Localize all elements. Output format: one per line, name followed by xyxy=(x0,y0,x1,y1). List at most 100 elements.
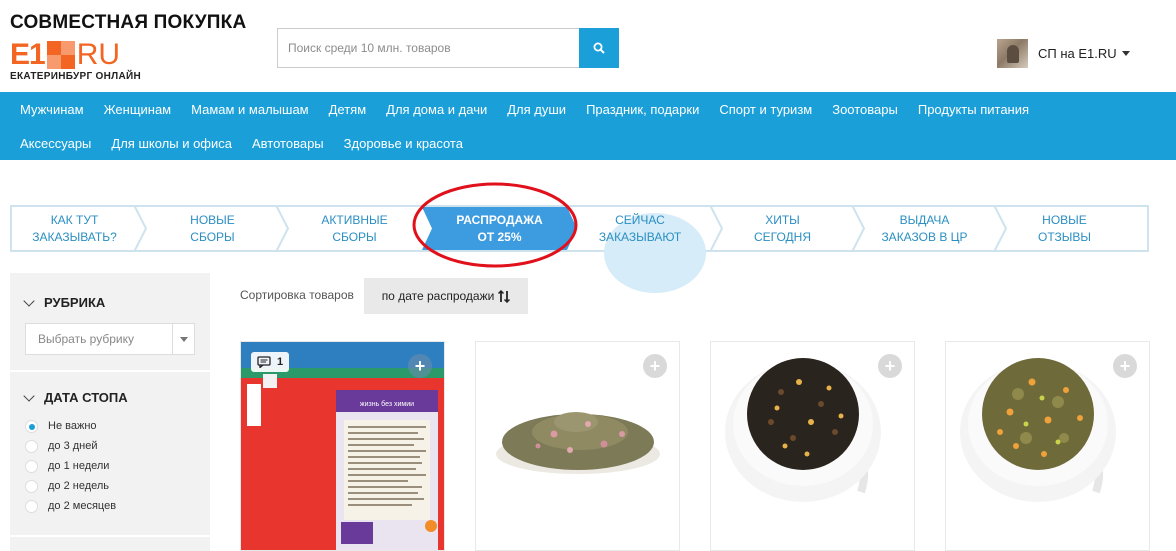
radio-option[interactable]: до 1 недели xyxy=(25,456,195,476)
product-card[interactable]: + xyxy=(475,341,680,551)
caret-down-icon xyxy=(1121,50,1130,56)
step-active-collections[interactable]: АКТИВНЫЕ СБОРЫ xyxy=(292,207,417,250)
category-link[interactable]: Женщинам xyxy=(94,102,182,117)
logo-square-icon xyxy=(46,41,75,69)
category-link[interactable]: Здоровье и красота xyxy=(334,136,473,151)
header: СОВМЕСТНАЯ ПОКУПКА E1 RU ЕКАТЕРИНБУРГ ОН… xyxy=(0,0,1176,92)
step-line: НОВЫЕ xyxy=(190,212,235,227)
category-link[interactable]: Праздник, подарки xyxy=(576,102,709,117)
step-line: ЗАКАЗОВ В ЦР xyxy=(881,229,968,244)
divider xyxy=(10,535,210,537)
rubric-select-value: Выбрать рубрику xyxy=(38,332,134,346)
rubric-select[interactable]: Выбрать рубрику xyxy=(25,323,195,355)
step-line: ОТЗЫВЫ xyxy=(1037,229,1092,244)
step-pickup[interactable]: ВЫДАЧА ЗАКАЗОВ В ЦР xyxy=(862,207,987,250)
stop-date-section: ДАТА СТОПА Не важно до 3 дней до 1 недел… xyxy=(10,372,210,516)
sort-label: Сортировка товаров xyxy=(240,288,354,302)
radio[interactable] xyxy=(25,499,38,513)
radio-option[interactable]: до 2 недель xyxy=(25,476,195,496)
category-link[interactable]: Для школы и офиса xyxy=(101,136,242,151)
brand-title: СОВМЕСТНАЯ ПОКУПКА xyxy=(10,12,247,33)
product-card[interactable]: + xyxy=(945,341,1150,551)
product-card[interactable]: + xyxy=(710,341,915,551)
step-line: НОВЫЕ xyxy=(1042,212,1087,227)
category-row: Мужчинам Женщинам Мамам и малышам Детям … xyxy=(10,92,1166,126)
category-link[interactable]: Для души xyxy=(497,102,576,117)
chevron-separator-icon xyxy=(275,205,290,252)
category-row: Аксессуары Для школы и офиса Автотовары … xyxy=(10,126,1166,160)
chevron-down-icon xyxy=(23,294,35,307)
radio-label: до 1 недели xyxy=(48,460,110,472)
radio-checked[interactable] xyxy=(25,419,38,433)
category-nav: Мужчинам Женщинам Мамам и малышам Детям … xyxy=(0,92,1176,160)
radio[interactable] xyxy=(25,479,38,493)
stop-date-heading-label: ДАТА СТОПА xyxy=(44,390,128,405)
category-link[interactable]: Продукты питания xyxy=(908,102,1039,117)
step-hits-today[interactable]: ХИТЫ СЕГОДНЯ xyxy=(720,207,845,250)
radio-label: до 3 дней xyxy=(48,440,98,452)
user-menu[interactable]: СП на E1.RU xyxy=(997,38,1130,68)
step-line: СБОРЫ xyxy=(332,229,377,244)
step-line: ЗАКАЗЫВАТЬ? xyxy=(32,229,117,244)
step-how-to-order[interactable]: КАК ТУТ ЗАКАЗЫВАТЬ? xyxy=(12,207,137,250)
chevron-separator-icon xyxy=(993,205,1008,252)
step-line: ХИТЫ xyxy=(765,212,800,227)
rubric-heading-label: РУБРИКА xyxy=(44,295,106,310)
rubric-heading[interactable]: РУБРИКА xyxy=(23,294,195,310)
radio-option[interactable]: до 2 месяцев xyxy=(25,496,195,516)
category-link[interactable]: Детям xyxy=(319,102,377,117)
category-link[interactable]: Спорт и туризм xyxy=(709,102,822,117)
filter-sidebar: РУБРИКА Выбрать рубрику ДАТА СТОПА Не ва… xyxy=(10,273,210,551)
radio[interactable] xyxy=(25,459,38,473)
step-line: АКТИВНЫЕ xyxy=(321,212,388,227)
logo-ru: RU xyxy=(76,38,121,71)
category-link[interactable]: Зоотовары xyxy=(822,102,908,117)
step-line: СЕГОДНЯ xyxy=(753,229,812,244)
comment-count: 1 xyxy=(277,356,284,368)
product-card[interactable]: жизнь без химии 1 + xyxy=(240,341,445,551)
user-menu-label: СП на E1.RU xyxy=(1038,45,1117,61)
radio[interactable] xyxy=(25,439,38,453)
sort-button[interactable]: по дате распродажи xyxy=(364,278,528,314)
add-to-favorites-button[interactable]: + xyxy=(408,354,432,378)
add-to-favorites-button[interactable]: + xyxy=(1113,354,1137,378)
step-line: СБОРЫ xyxy=(190,229,235,244)
avatar xyxy=(997,38,1028,68)
category-link[interactable]: Мужчинам xyxy=(10,102,94,117)
step-new-reviews[interactable]: НОВЫЕ ОТЗЫВЫ xyxy=(1002,207,1127,250)
chevron-separator-icon xyxy=(133,205,148,252)
e1-logo[interactable]: E1 RU xyxy=(10,40,120,70)
add-to-favorites-button[interactable]: + xyxy=(643,354,667,378)
search-button[interactable] xyxy=(579,28,619,68)
add-to-favorites-button[interactable]: + xyxy=(878,354,902,378)
category-link[interactable]: Автотовары xyxy=(242,136,334,151)
sort-arrows-icon xyxy=(498,289,511,303)
chevron-down-icon xyxy=(23,389,35,402)
category-link[interactable]: Мамам и малышам xyxy=(181,102,319,117)
step-new-collections[interactable]: НОВЫЕ СБОРЫ xyxy=(150,207,275,250)
stop-date-heading[interactable]: ДАТА СТОПА xyxy=(23,389,195,405)
radio-option[interactable]: Не важно xyxy=(25,416,195,436)
logo-subtitle: ЕКАТЕРИНБУРГ ОНЛАЙН xyxy=(10,71,141,82)
step-ordering-now[interactable]: СЕЙЧАС ЗАКАЗЫВАЮТ xyxy=(580,207,700,250)
search-icon xyxy=(593,42,605,54)
radio-option[interactable]: до 3 дней xyxy=(25,436,195,456)
category-link[interactable]: Аксессуары xyxy=(10,136,101,151)
step-line: КАК ТУТ xyxy=(50,212,99,227)
radio-label: до 2 месяцев xyxy=(48,500,117,512)
chevron-separator-icon xyxy=(851,205,866,252)
dropdown-arrow-icon xyxy=(172,324,194,354)
comment-count-badge: 1 xyxy=(251,352,290,372)
search-input[interactable] xyxy=(277,28,579,68)
search-bar xyxy=(277,28,619,68)
annotation-ellipse xyxy=(412,182,578,268)
chevron-separator-icon xyxy=(709,205,724,252)
sort-value: по дате распродажи xyxy=(381,289,495,303)
product-package-text: жизнь без химии xyxy=(360,400,414,408)
step-line: ВЫДАЧА xyxy=(899,212,950,227)
rubric-section: РУБРИКА Выбрать рубрику xyxy=(10,273,210,370)
category-link[interactable]: Для дома и дачи xyxy=(376,102,497,117)
step-line: ЗАКАЗЫВАЮТ xyxy=(598,229,682,244)
logo-e1: E1 xyxy=(10,38,46,71)
radio-label: до 2 недель xyxy=(48,480,110,492)
